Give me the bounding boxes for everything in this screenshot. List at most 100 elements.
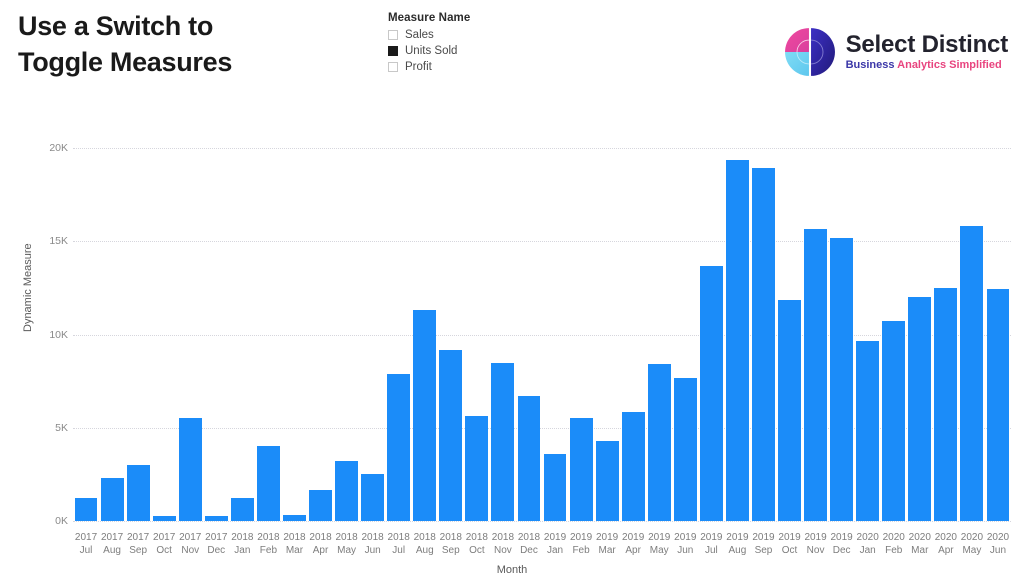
logo-company-name: Select Distinct: [846, 31, 1009, 58]
x-tick-year: 2017: [205, 532, 228, 543]
tagline-word-analytics: Analytics: [897, 59, 950, 71]
slicer-item-label: Sales: [405, 29, 434, 41]
bar[interactable]: [647, 364, 671, 521]
bar[interactable]: [830, 238, 854, 521]
bar[interactable]: [804, 229, 828, 521]
x-tick-month: Feb: [259, 545, 278, 556]
bar[interactable]: [725, 160, 749, 521]
bar[interactable]: [934, 287, 958, 521]
plot-area: 2017 Jul 2017 Aug 2017 Sep 2017 Oct 2017 Nov 2017 D…: [73, 100, 1011, 582]
bar[interactable]: [778, 300, 801, 521]
checkbox-checked-icon[interactable]: [388, 46, 398, 56]
x-tick-label: 2017 Nov: [177, 531, 203, 557]
x-tick-label: 2019 Jul: [698, 531, 724, 557]
bar[interactable]: [491, 363, 515, 521]
x-tick-month: Sep: [441, 545, 460, 556]
measure-name-slicer[interactable]: Measure Name Sales Units Sold Profit: [388, 12, 518, 75]
bar[interactable]: [256, 446, 280, 521]
x-tick-year: 2018: [465, 532, 488, 543]
x-tick-label: 2020 Jan: [855, 531, 881, 557]
x-tick-month: Oct: [156, 545, 172, 556]
x-tick-year: 2019: [804, 532, 827, 543]
x-tick-label: 2019 Apr: [620, 531, 646, 557]
logo-name-part2: Distinct: [921, 31, 1009, 58]
slicer-item-sales[interactable]: Sales: [388, 27, 518, 43]
gridline: [73, 521, 1011, 522]
bar-series[interactable]: [73, 100, 1011, 521]
checkbox-unchecked-icon[interactable]: [388, 62, 398, 72]
bar[interactable]: [100, 478, 124, 521]
brand-logo: Select Distinct Business Analytics Simpl…: [784, 26, 1008, 78]
x-tick-year: 2018: [335, 532, 358, 543]
slicer-item-label: Units Sold: [405, 45, 458, 57]
x-tick-year: 2018: [491, 532, 515, 543]
bar[interactable]: [908, 297, 932, 521]
x-tick-label: 2020 Jun: [985, 531, 1011, 557]
slicer-item-units-sold[interactable]: Units Sold: [388, 43, 518, 59]
bar[interactable]: [673, 378, 697, 521]
dynamic-measure-bar-chart[interactable]: Dynamic Measure 0K 5K 10K 15K 20K 2017 Jul 201…: [0, 100, 1024, 582]
x-tick-label: 2018 Mar: [281, 531, 307, 557]
x-tick-month: Mar: [285, 545, 304, 556]
bar[interactable]: [230, 497, 254, 521]
x-tick-month: Oct: [469, 545, 485, 556]
x-tick-month: Apr: [625, 545, 641, 556]
bar[interactable]: [74, 497, 98, 521]
bar[interactable]: [126, 465, 150, 521]
x-tick-month: Jul: [79, 545, 93, 556]
bar[interactable]: [986, 288, 1010, 521]
checkbox-unchecked-icon[interactable]: [388, 30, 398, 40]
x-tick-year: 2018: [257, 532, 280, 543]
bar[interactable]: [465, 415, 489, 521]
x-tick-year: 2017: [100, 532, 124, 543]
x-tick-month: Dec: [207, 545, 226, 556]
bar[interactable]: [517, 396, 541, 521]
x-tick-year: 2019: [569, 532, 593, 543]
bar[interactable]: [204, 516, 228, 521]
x-tick-label: 2019 Oct: [777, 531, 803, 557]
x-tick-year: 2020: [986, 532, 1010, 543]
bar[interactable]: [856, 341, 880, 521]
bar[interactable]: [361, 474, 385, 521]
bar[interactable]: [309, 490, 332, 521]
x-tick-month: May: [962, 545, 982, 556]
y-tick-label: 20K: [49, 142, 68, 154]
x-axis-title: Month: [496, 564, 528, 576]
bar[interactable]: [569, 418, 593, 521]
bar[interactable]: [413, 310, 437, 521]
x-tick-month: Jun: [677, 545, 694, 556]
bar[interactable]: [283, 515, 306, 521]
y-tick-label: 0K: [55, 515, 68, 527]
x-tick-month: Apr: [938, 545, 954, 556]
tagline-word-simplified: Simplified: [949, 59, 1002, 71]
x-tick-year: 2019: [830, 532, 853, 543]
logo-tagline: Business Analytics Simplified: [846, 60, 1008, 71]
x-tick-year: 2019: [674, 532, 697, 543]
bar[interactable]: [752, 167, 775, 521]
x-tick-label: 2018 Dec: [516, 531, 542, 557]
bar[interactable]: [439, 350, 463, 521]
bar[interactable]: [882, 320, 906, 521]
slicer-item-label: Profit: [405, 61, 432, 73]
bar[interactable]: [595, 440, 619, 521]
x-tick-year: 2019: [648, 532, 671, 543]
x-tick-label: 2020 May: [959, 531, 985, 557]
bar[interactable]: [543, 453, 567, 521]
bar[interactable]: [621, 411, 645, 521]
x-tick-month: Jun: [364, 545, 381, 556]
x-tick-year: 2018: [283, 532, 306, 543]
y-axis-ticks: 0K 5K 10K 15K 20K: [24, 100, 68, 582]
bar[interactable]: [387, 373, 411, 521]
slicer-item-profit[interactable]: Profit: [388, 59, 518, 75]
x-tick-month: Sep: [754, 545, 773, 556]
x-tick-year: 2019: [778, 532, 801, 543]
bar[interactable]: [335, 461, 359, 521]
x-tick-label: 2018 May: [334, 531, 360, 557]
x-tick-label: 2018 Jan: [229, 531, 255, 557]
x-tick-year: 2018: [231, 532, 254, 543]
bar[interactable]: [699, 265, 723, 521]
bar[interactable]: [152, 516, 176, 521]
bar[interactable]: [960, 226, 984, 521]
x-tick-month: Jan: [546, 545, 564, 556]
bar[interactable]: [178, 418, 202, 521]
